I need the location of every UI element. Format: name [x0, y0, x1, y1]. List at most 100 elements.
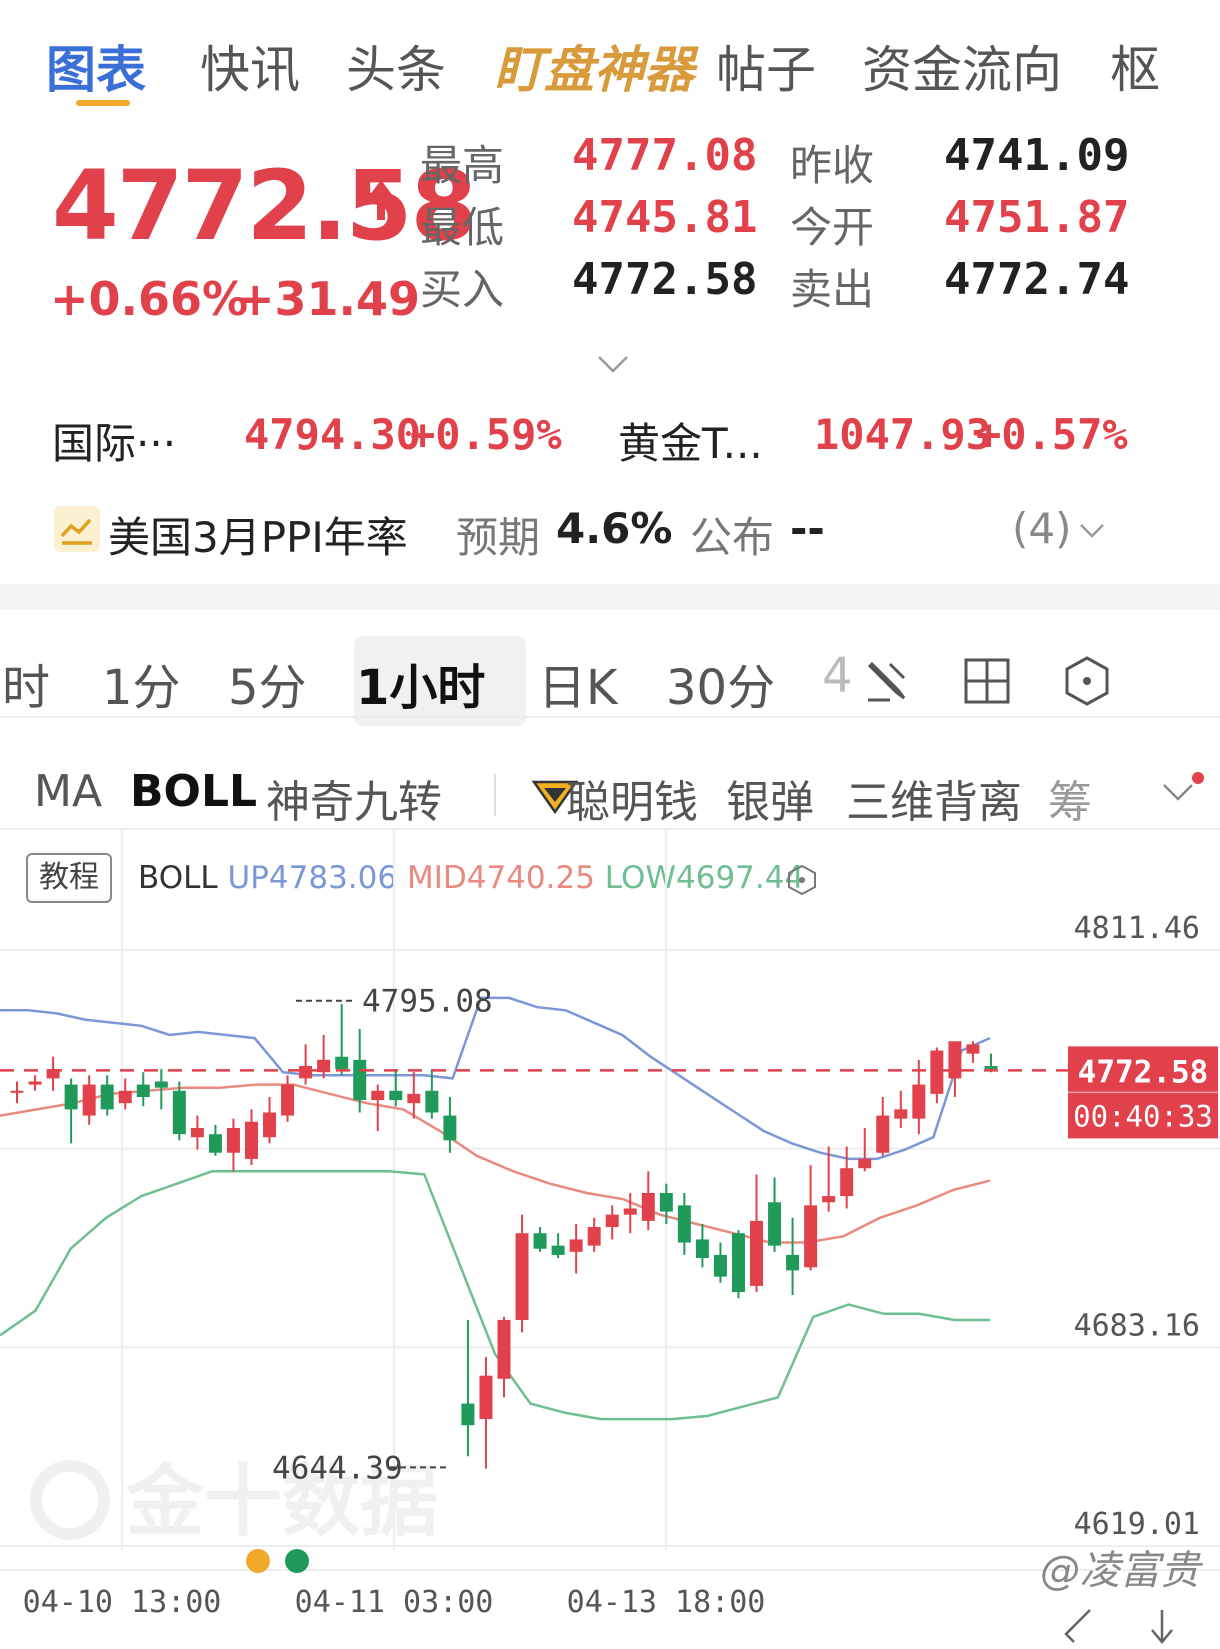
event-count[interactable]: (4) [1012, 504, 1072, 553]
candle-body [154, 1081, 168, 1088]
tab-fund-flow[interactable]: 资金流向 [862, 30, 1062, 102]
candlestick-chart[interactable]: 4811.46 4683.16 4619.01 04-10 13:00 04-11 03… [0, 830, 1220, 1649]
y-axis-label: 4811.46 [1074, 911, 1200, 946]
candle-body [768, 1202, 782, 1246]
low-label: 最低 [420, 203, 505, 252]
tab-headlines[interactable]: 头条 [346, 30, 446, 102]
indicator-tab-boll[interactable]: BOLL [130, 766, 257, 817]
indicator-tab-magic-nine[interactable]: 神奇九转 [266, 766, 442, 830]
chevron-down-icon[interactable] [596, 354, 630, 374]
candle-body [515, 1233, 529, 1320]
y-axis-label: 4619.01 [1074, 1507, 1200, 1542]
trend-chart-icon [54, 506, 100, 552]
related-price-intl: 4794.30 [244, 410, 422, 459]
candle-body [894, 1109, 908, 1119]
grid-layout-icon[interactable] [960, 654, 1014, 708]
period-tab-1min[interactable]: 1分 [102, 648, 181, 718]
boll-lower-line [0, 1170, 990, 1421]
related-name-gold-t[interactable]: 黄金T... [618, 410, 763, 471]
candle-body [281, 1084, 295, 1116]
candle-body [750, 1220, 764, 1286]
candle-body [407, 1093, 421, 1104]
x-axis-label: 04-10 13:00 [23, 1585, 222, 1620]
candle-body [858, 1158, 872, 1169]
candle-body [731, 1233, 745, 1293]
expected-label: 预期 [456, 513, 541, 562]
candle-body [605, 1214, 619, 1228]
candle-body [804, 1205, 818, 1268]
expand-icon-line [1065, 1609, 1091, 1635]
high-value: 4777.08 [572, 130, 758, 181]
high-label: 最高 [420, 141, 505, 190]
candle-body [244, 1121, 258, 1159]
divider [0, 716, 1220, 718]
candle-body [840, 1168, 854, 1197]
candle-body [389, 1090, 403, 1101]
candle-body [82, 1084, 96, 1116]
current-price-tag-label: 4772.58 [1078, 1054, 1209, 1090]
period-tab-5min[interactable]: 5分 [228, 648, 307, 718]
candle-body [226, 1127, 240, 1153]
tab-posts[interactable]: 帖子 [716, 30, 816, 102]
candle-body [677, 1205, 691, 1243]
related-price-gold-t: 1047.93 [814, 410, 992, 459]
tab-flash-news[interactable]: 快讯 [200, 30, 300, 102]
draw-pen-icon[interactable] [860, 654, 914, 708]
candle-body [623, 1208, 637, 1215]
candle-body [948, 1041, 962, 1079]
candle-body [984, 1066, 998, 1070]
open-value: 4751.87 [944, 192, 1130, 243]
candle-body [641, 1192, 655, 1221]
candle-body [100, 1084, 114, 1110]
candle-body [443, 1115, 457, 1141]
period-high-label: 4795.08 [362, 984, 493, 1020]
period-tab-30min[interactable]: 30分 [666, 648, 775, 718]
countdown-label: 00:40:33 [1073, 1099, 1213, 1133]
settings-hexagon-icon[interactable] [1060, 654, 1114, 708]
boll-middle-line [0, 1083, 991, 1244]
period-tab-daily[interactable]: 日K [538, 648, 617, 718]
candle-body [713, 1254, 727, 1277]
related-change-gold-t: +0.57% [976, 410, 1128, 459]
up-arrow-icon [369, 180, 393, 220]
candle-body [479, 1375, 493, 1420]
event-title[interactable]: 美国3月PPI年率 [108, 504, 408, 565]
candle-body [136, 1084, 150, 1097]
chevron-down-icon[interactable] [1078, 522, 1106, 540]
candle-body [461, 1403, 475, 1426]
ask-label: 卖出 [790, 265, 875, 314]
current-price: 4772.58 [52, 150, 477, 262]
change-amount: +31.49 [236, 272, 421, 326]
tab-watch-tool[interactable]: 盯盘神器 [494, 30, 694, 102]
candle-body [299, 1066, 313, 1079]
candle-body [551, 1245, 565, 1255]
period-tab-1hour[interactable]: 1小时 [356, 648, 485, 718]
candle-body [786, 1254, 800, 1271]
candle-body [569, 1239, 583, 1252]
candle-body [587, 1227, 601, 1246]
candle-body [912, 1084, 926, 1119]
candle-body [966, 1044, 980, 1054]
indicator-tab-silver-bullet[interactable]: 银弹 [726, 766, 814, 830]
related-name-intl[interactable]: 国际··· [52, 410, 176, 471]
candle-body [172, 1090, 186, 1135]
indicator-tab-chips[interactable]: 筹 [1048, 766, 1092, 830]
candle-body [930, 1050, 944, 1094]
x-axis-label: 04-11 03:00 [295, 1585, 494, 1620]
bid-label: 买入 [420, 265, 505, 314]
candle-body [659, 1192, 673, 1212]
credit-text: @凌富贵 [1040, 1548, 1204, 1594]
indicator-tab-3d-divergence[interactable]: 三维背离 [846, 766, 1022, 830]
candle-body [533, 1233, 547, 1249]
indicator-tab-ma[interactable]: MA [34, 766, 102, 817]
period-low-label: 4644.39 [272, 1450, 403, 1486]
period-tab-time[interactable]: 时 [2, 648, 50, 718]
chevron-down-icon[interactable] [1160, 780, 1196, 804]
expected-value: 4.6% [556, 504, 673, 553]
actual-value: -- [790, 504, 825, 553]
tab-more[interactable]: 枢 [1110, 30, 1160, 102]
prev-close-label: 昨收 [790, 141, 875, 190]
tab-chart[interactable]: 图表 [46, 30, 146, 102]
indicator-tab-smart-money[interactable]: 聪明钱 [566, 766, 698, 830]
period-tab-more[interactable]: 4 [822, 648, 853, 704]
